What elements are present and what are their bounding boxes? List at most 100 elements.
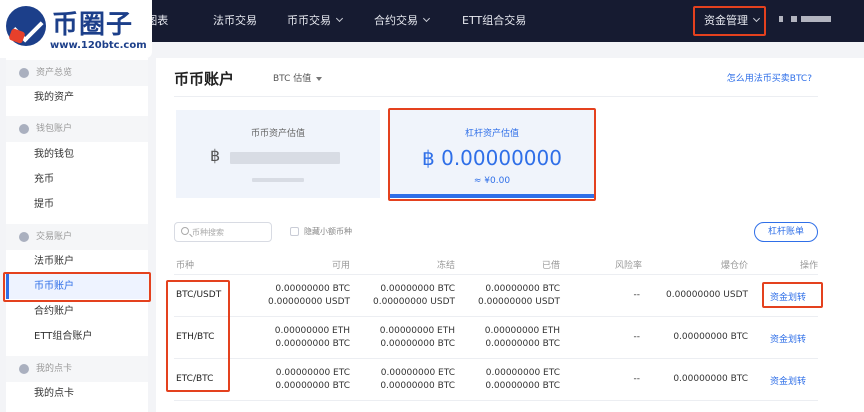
- cell-value: 0.00000000 ETH: [274, 326, 350, 336]
- sidebar-item-deposit[interactable]: 充币: [6, 167, 148, 192]
- sidebar-item-label: 法币账户: [34, 256, 74, 267]
- sidebar-item-label: 合约账户: [34, 306, 74, 317]
- cell-value: 0.00000000 BTC: [275, 339, 350, 349]
- column-header-action: 操作: [799, 261, 818, 271]
- sidebar-item-my-wallet[interactable]: 我的钱包: [6, 142, 148, 167]
- sidebar-item-futures-account[interactable]: 合约账户: [6, 299, 148, 324]
- sidebar-item-ett-account[interactable]: ETT组合账户: [6, 324, 148, 349]
- borrowed-cell: 0.00000000 BTC 0.00000000 USDT: [478, 283, 560, 309]
- logo-mark-icon: [6, 6, 46, 46]
- sidebar-item-label: ETT组合账户: [34, 331, 93, 342]
- nav-item-spot-trade[interactable]: 币币交易: [287, 0, 344, 42]
- sidebar-item-label: 我的钱包: [34, 149, 74, 160]
- sidebar-group-label: 我的点卡: [36, 364, 73, 374]
- column-header-coin: 币种: [176, 261, 195, 271]
- sidebar-group-wallet: 钱包账户: [6, 116, 148, 142]
- sidebar-item-my-point-card[interactable]: 我的点卡: [6, 381, 148, 406]
- cell-value: 0.00000000 BTC: [485, 284, 560, 294]
- cell-value: 0.00000000 USDT: [373, 297, 455, 307]
- cell-value: 0.00000000 BTC: [485, 381, 560, 391]
- divider: [174, 96, 818, 97]
- cell-value: 0.00000000 ETH: [484, 326, 560, 336]
- caret-down-icon: [316, 76, 323, 81]
- cell-value: 0.00000000 BTC: [485, 339, 560, 349]
- user-account-blurred[interactable]: [779, 16, 839, 24]
- hide-small-balances-toggle[interactable]: 隐藏小额币种: [290, 226, 352, 237]
- borrowed-cell: 0.00000000 ETH 0.00000000 BTC: [485, 325, 560, 351]
- sidebar-item-label: 我的点卡: [34, 388, 74, 399]
- sidebar: 资产总览 我的资产 钱包账户 我的钱包 充币 提币 交易账户 法币账户 币币账户…: [6, 58, 148, 412]
- hide-small-label: 隐藏小额币种: [304, 227, 352, 236]
- sidebar-item-withdraw[interactable]: 提币: [6, 192, 148, 217]
- valuation-select-label: BTC 估值: [273, 74, 312, 84]
- highlight-box-coin-column: [166, 280, 230, 392]
- sidebar-item-label: 提币: [34, 199, 54, 210]
- sidebar-group-label: 资产总览: [36, 68, 73, 78]
- coin-search[interactable]: [174, 222, 272, 242]
- table-row: ETC/BTC 0.00000000 ETC 0.00000000 BTC 0.0…: [174, 359, 818, 401]
- highlight-box-spot-account: [3, 272, 151, 302]
- cell-value: 0.00000000 USDT: [268, 297, 350, 307]
- risk-rate: --: [633, 332, 641, 342]
- frozen-cell: 0.00000000 ETH 0.00000000 BTC: [380, 325, 455, 351]
- nav-item-label: 合约交易: [374, 14, 418, 27]
- frozen-cell: 0.00000000 ETC 0.00000000 BTC: [380, 367, 455, 393]
- spot-asset-label: 币币资产估值: [250, 129, 305, 139]
- coin-search-input[interactable]: [192, 225, 268, 239]
- nav-item-ett-trade[interactable]: ETT组合交易: [462, 0, 526, 42]
- cell-value: 0.00000000 BTC: [380, 381, 455, 391]
- cell-value: 0.00000000 ETC: [485, 368, 560, 378]
- sidebar-item-label: 我的资产: [34, 92, 74, 103]
- cell-value: 0.00000000 ETC: [380, 368, 455, 378]
- sidebar-item-label: 充币: [34, 174, 54, 185]
- borrowed-cell: 0.00000000 ETC 0.00000000 BTC: [485, 367, 560, 393]
- cell-value: 0.00000000 BTC: [275, 381, 350, 391]
- available-cell: 0.00000000 ETH 0.00000000 BTC: [275, 325, 350, 351]
- transfer-link[interactable]: 资金划转: [770, 332, 806, 345]
- checkbox-icon[interactable]: [290, 227, 299, 236]
- column-header-available: 可用: [331, 261, 350, 271]
- risk-rate: --: [633, 374, 641, 384]
- chevron-down-icon: [335, 14, 344, 23]
- table-row: ETH/BTC 0.00000000 ETH 0.00000000 BTC 0.0…: [174, 317, 818, 359]
- cell-value: 0.00000000 BTC: [380, 339, 455, 349]
- cell-value: 0.00000000 BTC: [380, 284, 455, 294]
- chevron-down-icon: [422, 14, 431, 23]
- nav-item-label: 法币交易: [213, 14, 257, 27]
- available-cell: 0.00000000 BTC 0.00000000 USDT: [268, 283, 350, 309]
- cell-value: 0.00000000 BTC: [275, 284, 350, 294]
- column-header-risk: 风险率: [614, 261, 642, 271]
- nav-item-fiat-trade[interactable]: 法币交易: [213, 0, 257, 42]
- nav-item-futures-trade[interactable]: 合约交易: [374, 0, 431, 42]
- trading-icon: [19, 232, 29, 242]
- column-header-frozen: 冻结: [436, 261, 455, 271]
- main-panel: 币币账户 BTC 估值 怎么用法币买卖BTC? 币币资产估值 ฿ 杠杆资产估值 …: [156, 58, 864, 412]
- risk-rate: --: [633, 290, 641, 300]
- nav-item-label: ETT组合交易: [462, 14, 527, 27]
- highlight-box-fund-menu: [693, 6, 766, 36]
- help-link-fiat-btc[interactable]: 怎么用法币买卖BTC?: [727, 71, 812, 84]
- cell-value: 0.00000000 USDT: [478, 297, 560, 307]
- btc-symbol: ฿: [210, 146, 221, 165]
- highlight-box-transfer: [762, 282, 823, 308]
- search-icon: [181, 227, 189, 235]
- spot-asset-card: 币币资产估值 ฿: [176, 110, 380, 198]
- column-header-liquidation: 爆仓价: [720, 261, 748, 271]
- column-header-borrowed: 已借: [541, 261, 560, 271]
- margin-bill-button[interactable]: 杠杆账单: [754, 222, 818, 242]
- card-icon: [19, 364, 29, 374]
- cell-value: 0.00000000 ETC: [275, 368, 350, 378]
- sidebar-item-my-assets[interactable]: 我的资产: [6, 85, 148, 110]
- logo-text: 币圈子: [52, 10, 134, 40]
- transfer-link[interactable]: 资金划转: [770, 374, 806, 387]
- sidebar-item-fiat-account[interactable]: 法币账户: [6, 249, 148, 274]
- nav-item-label: 币币交易: [287, 14, 331, 27]
- wallet-icon: [19, 124, 29, 134]
- sidebar-group-point-card: 我的点卡: [6, 356, 148, 382]
- liquidation-price: 0.00000000 BTC: [673, 332, 748, 342]
- logo-url: www.120btc.com: [50, 40, 147, 51]
- frozen-cell: 0.00000000 BTC 0.00000000 USDT: [373, 283, 455, 309]
- highlight-box-margin-card: [388, 108, 596, 201]
- sidebar-group-label: 钱包账户: [36, 124, 73, 134]
- valuation-currency-select[interactable]: BTC 估值: [273, 71, 323, 84]
